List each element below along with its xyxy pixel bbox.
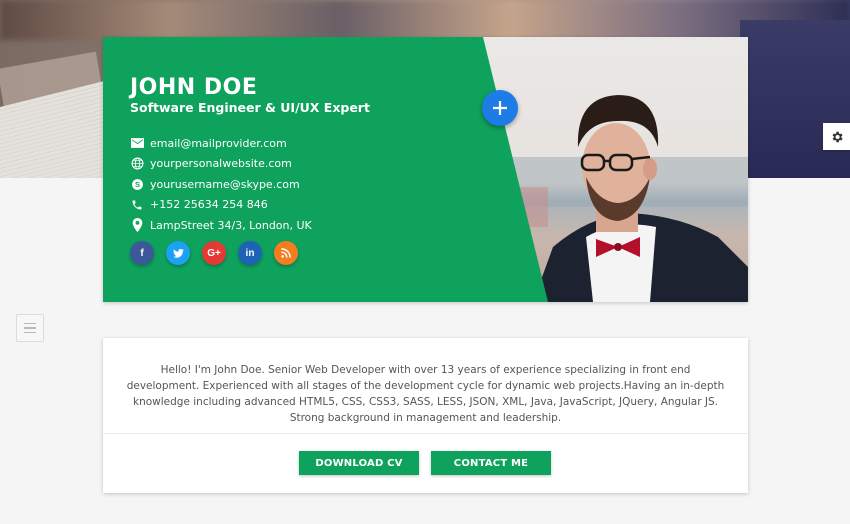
- svg-text:S: S: [134, 180, 139, 189]
- contact-website[interactable]: yourpersonalwebsite.com: [130, 154, 312, 174]
- download-cv-button[interactable]: DOWNLOAD CV: [299, 451, 419, 475]
- plus-icon: [493, 101, 507, 115]
- twitter-button[interactable]: [166, 241, 190, 265]
- menu-toggle-button[interactable]: [16, 314, 44, 342]
- twitter-icon: [172, 248, 184, 258]
- profile-card: JOHN DOE Software Engineer & UI/UX Exper…: [103, 37, 748, 302]
- linkedin-icon: in: [245, 247, 255, 259]
- contact-me-button[interactable]: CONTACT ME: [431, 451, 551, 475]
- social-links: f G+ in: [130, 241, 298, 265]
- skype-icon: S: [130, 177, 144, 191]
- about-card: Hello! I'm John Doe. Senior Web Develope…: [103, 338, 748, 493]
- contact-skype[interactable]: S yourusername@skype.com: [130, 174, 312, 194]
- divider: [103, 433, 748, 434]
- gear-icon: [832, 131, 843, 142]
- contact-address[interactable]: LampStreet 34/3, London, UK: [130, 215, 312, 235]
- about-text: Hello! I'm John Doe. Senior Web Develope…: [126, 364, 725, 424]
- location-pin-icon: [130, 218, 144, 233]
- contact-phone[interactable]: +152 25634 254 846: [130, 195, 312, 215]
- phone-icon: [130, 198, 144, 212]
- facebook-icon: f: [140, 247, 144, 259]
- contact-phone-text: +152 25634 254 846: [150, 198, 268, 212]
- linkedin-button[interactable]: in: [238, 241, 262, 265]
- contact-skype-text: yourusername@skype.com: [150, 177, 300, 191]
- rss-icon: [281, 248, 291, 258]
- contact-address-text: LampStreet 34/3, London, UK: [150, 218, 312, 232]
- add-floating-button[interactable]: [482, 90, 518, 126]
- download-cv-label: DOWNLOAD CV: [315, 457, 403, 469]
- google-plus-button[interactable]: G+: [202, 241, 226, 265]
- settings-gear-button[interactable]: [823, 123, 850, 150]
- contact-email[interactable]: email@mailprovider.com: [130, 133, 312, 153]
- hamburger-icon: [24, 322, 36, 325]
- rss-button[interactable]: [274, 241, 298, 265]
- contact-list: email@mailprovider.com yourpersonalwebsi…: [130, 133, 312, 236]
- contact-email-text: email@mailprovider.com: [150, 136, 287, 150]
- profile-role: Software Engineer & UI/UX Expert: [130, 100, 370, 115]
- email-icon: [130, 136, 144, 150]
- contact-website-text: yourpersonalwebsite.com: [150, 157, 292, 171]
- facebook-button[interactable]: f: [130, 241, 154, 265]
- google-plus-icon: G+: [207, 247, 221, 259]
- profile-name: JOHN DOE: [130, 75, 258, 100]
- globe-icon: [130, 157, 144, 171]
- contact-me-label: CONTACT ME: [453, 457, 529, 469]
